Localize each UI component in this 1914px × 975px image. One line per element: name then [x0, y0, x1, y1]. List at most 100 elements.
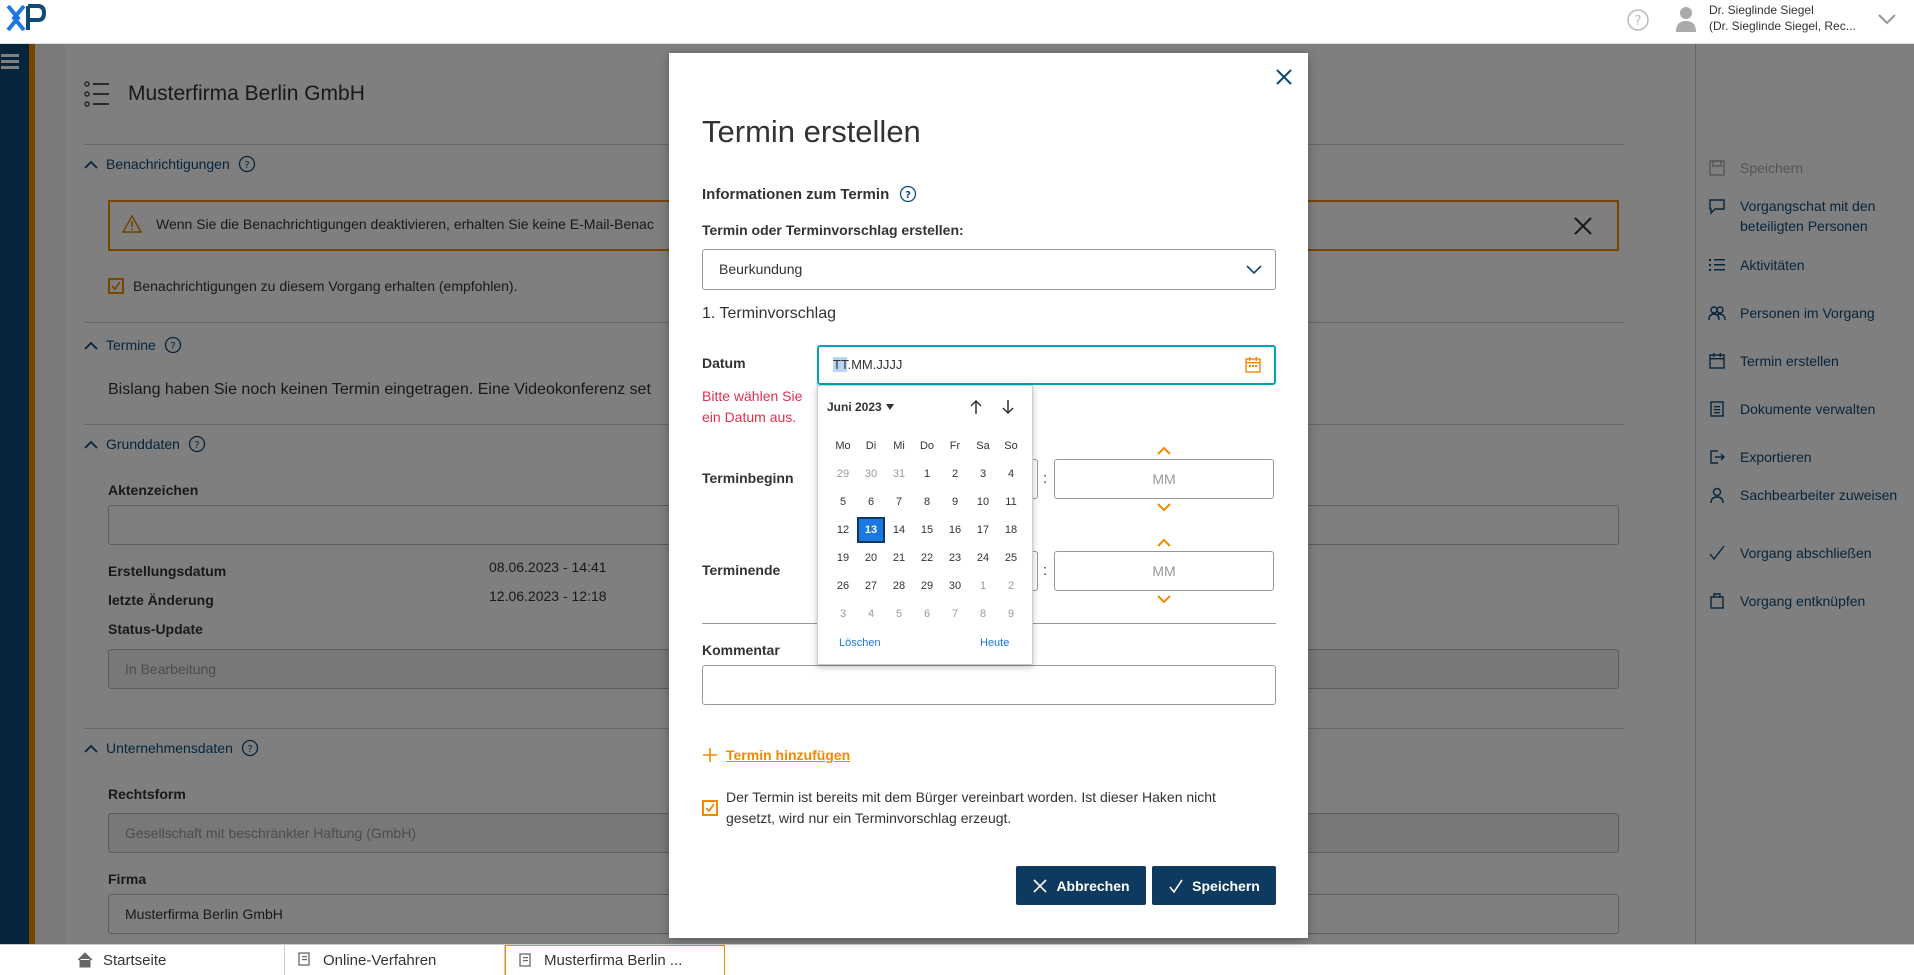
help-icon[interactable]: ?	[1626, 8, 1650, 32]
home-icon	[77, 952, 93, 968]
save-button[interactable]: Speichern	[1152, 866, 1276, 905]
datepicker-day[interactable]: 1	[913, 463, 941, 485]
datepicker-day[interactable]: 5	[885, 603, 913, 625]
end-label: Terminende	[702, 562, 781, 578]
datepicker-day[interactable]: 2	[941, 463, 969, 485]
datepicker-day[interactable]: 28	[885, 575, 913, 597]
datepicker-day[interactable]: 5	[829, 491, 857, 513]
comment-input[interactable]	[702, 665, 1276, 705]
tab-label: Musterfirma Berlin ...	[544, 952, 683, 969]
datepicker-weekday: Mi	[893, 440, 905, 452]
close-icon[interactable]	[1272, 65, 1296, 89]
dialog-title: Termin erstellen	[702, 114, 921, 149]
add-appointment-text: Termin hinzufügen	[726, 747, 851, 763]
tab-musterfirma[interactable]: Musterfirma Berlin ...	[505, 945, 725, 975]
datepicker-day[interactable]: 27	[857, 575, 885, 597]
datepicker-day[interactable]: 25	[997, 547, 1025, 569]
datepicker-day[interactable]: 29	[913, 575, 941, 597]
type-label: Termin oder Terminvorschlag erstellen:	[702, 222, 964, 238]
datepicker-day[interactable]: 30	[941, 575, 969, 597]
datepicker-day[interactable]: 26	[829, 575, 857, 597]
datepicker-day[interactable]: 3	[969, 463, 997, 485]
tab-label: Online-Verfahren	[323, 951, 437, 969]
svg-text:?: ?	[905, 190, 911, 201]
add-appointment-link[interactable]: Termin hinzufügen	[702, 747, 850, 763]
datepicker-day[interactable]: 19	[829, 547, 857, 569]
chevron-up-icon[interactable]	[1157, 538, 1171, 548]
tab-label: Startseite	[103, 951, 167, 969]
datepicker-day[interactable]: 7	[885, 491, 913, 513]
document-icon	[298, 952, 310, 966]
date-label: Datum	[702, 355, 746, 371]
type-select[interactable]: Beurkundung	[702, 249, 1276, 290]
datepicker-day-selected[interactable]: 13	[857, 517, 885, 543]
datepicker-day[interactable]: 12	[829, 519, 857, 541]
datepicker-day[interactable]: 4	[857, 603, 885, 625]
datepicker-day[interactable]: 20	[857, 547, 885, 569]
datepicker-month-select[interactable]: Juni 2023	[827, 400, 894, 414]
calendar-icon[interactable]	[1244, 356, 1262, 374]
datepicker-day[interactable]: 9	[941, 491, 969, 513]
caret-down-icon	[885, 404, 894, 410]
error-line: ein Datum aus.	[702, 409, 797, 425]
end-minute-input[interactable]: MM	[1054, 551, 1274, 591]
time-separator: :	[1043, 562, 1048, 579]
tab-online-procedures[interactable]: Online-Verfahren	[285, 945, 505, 975]
datepicker-day[interactable]: 16	[941, 519, 969, 541]
chevron-down-icon[interactable]	[1157, 594, 1171, 604]
datepicker-day[interactable]: 9	[997, 603, 1025, 625]
help-icon[interactable]: ?	[899, 185, 917, 203]
datepicker-day[interactable]: 14	[885, 519, 913, 541]
user-name[interactable]: Dr. Sieglinde Siegel (Dr. Sieglinde Sieg…	[1709, 2, 1856, 34]
date-input[interactable]: TT.MM.JJJJ	[817, 345, 1276, 385]
datepicker-clear-link[interactable]: Löschen	[839, 637, 881, 649]
datepicker-week-row: 19 20 21 22 23 24 25	[829, 544, 1025, 572]
datepicker-day[interactable]: 30	[857, 463, 885, 485]
user-name-line2: (Dr. Sieglinde Siegel, Rec...	[1709, 19, 1856, 33]
datepicker-weekday: Fr	[949, 440, 961, 452]
datepicker-day[interactable]: 22	[913, 547, 941, 569]
datepicker-grid: Mo Di Mi Do Fr Sa So 29 30 31 1 2 3 4 5 6 7 8 9 10 11 12 13 14 1…	[829, 432, 1025, 628]
datepicker-day[interactable]: 23	[941, 547, 969, 569]
datepicker-day[interactable]: 7	[941, 603, 969, 625]
date-placeholder-day: TT	[833, 357, 848, 372]
datepicker-day[interactable]: 3	[829, 603, 857, 625]
chevron-down-icon[interactable]	[1157, 502, 1171, 512]
xp-logo-icon[interactable]	[6, 2, 56, 34]
datepicker-today-link[interactable]: Heute	[980, 637, 1009, 649]
datepicker-day[interactable]: 29	[829, 463, 857, 485]
datepicker-day[interactable]: 6	[857, 491, 885, 513]
datepicker-day[interactable]: 8	[969, 603, 997, 625]
datepicker-day[interactable]: 18	[997, 519, 1025, 541]
minute-placeholder: MM	[1152, 563, 1176, 579]
user-avatar-icon[interactable]	[1674, 4, 1698, 34]
close-icon	[1033, 878, 1048, 893]
datepicker-day[interactable]: 31	[885, 463, 913, 485]
tab-home[interactable]: Startseite	[65, 945, 285, 975]
datepicker-weekday: Mo	[835, 440, 851, 452]
datepicker-day[interactable]: 24	[969, 547, 997, 569]
datepicker-day[interactable]: 8	[913, 491, 941, 513]
datepicker-day[interactable]: 4	[997, 463, 1025, 485]
datepicker-weekday: Do	[919, 440, 935, 452]
chevron-down-icon[interactable]	[1876, 8, 1898, 30]
datepicker-day[interactable]: 1	[969, 575, 997, 597]
check-icon	[1169, 879, 1183, 893]
plus-icon	[703, 748, 717, 762]
datepicker-day[interactable]: 15	[913, 519, 941, 541]
start-minute-input[interactable]: MM	[1054, 459, 1274, 499]
datepicker-day[interactable]: 10	[969, 491, 997, 513]
chevron-up-icon[interactable]	[1157, 446, 1171, 456]
agreed-checkbox[interactable]	[702, 800, 718, 816]
datepicker-weekday: Di	[865, 440, 877, 452]
arrow-down-icon[interactable]	[1000, 399, 1016, 415]
datepicker-day[interactable]: 2	[997, 575, 1025, 597]
datepicker-day[interactable]: 6	[913, 603, 941, 625]
type-select-value: Beurkundung	[719, 261, 803, 277]
datepicker-day[interactable]: 11	[997, 491, 1025, 513]
datepicker-day[interactable]: 21	[885, 547, 913, 569]
datepicker-week-row: 12 13 14 15 16 17 18	[829, 516, 1025, 544]
datepicker-day[interactable]: 17	[969, 519, 997, 541]
arrow-up-icon[interactable]	[968, 399, 984, 415]
cancel-button[interactable]: Abbrechen	[1016, 866, 1146, 905]
